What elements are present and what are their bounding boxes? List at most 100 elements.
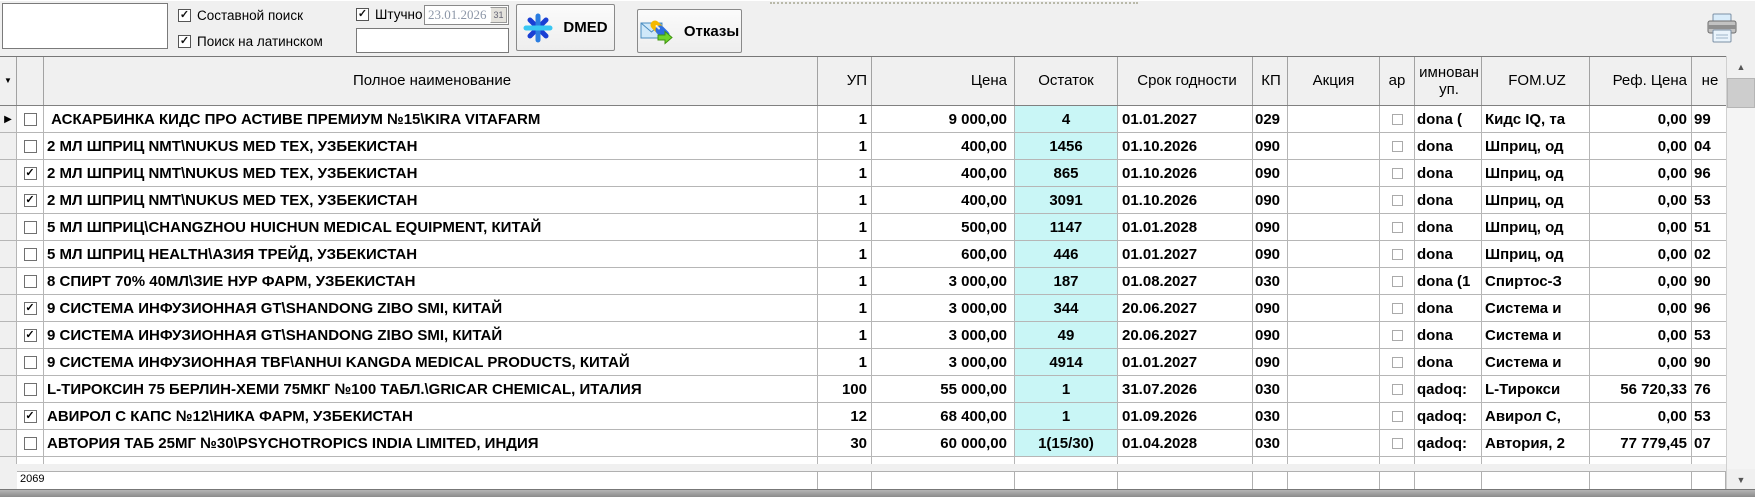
cell-nar[interactable] [1380,241,1415,267]
header-full-name[interactable]: Полное наименование [44,57,818,105]
row-select-cell[interactable] [17,133,44,159]
header-ref-price[interactable]: Реф. Цена [1590,57,1692,105]
cell-nar[interactable] [1380,133,1415,159]
row-checkbox[interactable] [23,436,37,450]
row-select-cell[interactable] [17,241,44,267]
table-row[interactable]: ✓ 2 МЛ ШПРИЦ NMT\NUKUS MED TEX, УЗБЕКИСТА… [0,187,1726,214]
table-row[interactable]: АВТОРИЯ ТАБ 25МГ №30\PSYCHOTROPICS INDIA… [0,430,1726,457]
cell-nar[interactable] [1380,322,1415,348]
row-select-cell[interactable] [17,214,44,240]
nar-checkbox[interactable] [1391,221,1403,233]
cell-fom: Система и [1482,322,1590,348]
table-row[interactable]: 2 МЛ ШПРИЦ NMT\NUKUS MED TEX, УЗБЕКИСТАН… [0,133,1726,160]
header-fom-uz[interactable]: FOM.UZ [1482,57,1590,105]
scroll-down-button[interactable]: ▼ [1727,469,1755,491]
print-button[interactable] [1699,9,1745,49]
row-select-cell[interactable]: ✓ [17,295,44,321]
row-select-cell[interactable] [17,268,44,294]
header-pack-name[interactable]: имнован уп. [1415,57,1482,105]
table-row[interactable]: 9 СИСТЕМА ИНФУЗИОННАЯ TBF\ANHUI KANGDA M… [0,349,1726,376]
table-row[interactable]: ✓ 2 МЛ ШПРИЦ NMT\NUKUS MED TEX, УЗБЕКИСТА… [0,160,1726,187]
row-select-cell[interactable]: ✓ [17,322,44,348]
header-ne[interactable]: не [1692,57,1726,105]
cell-nar[interactable] [1380,214,1415,240]
header-checkbox-column[interactable] [17,57,44,105]
row-checkbox[interactable] [23,274,37,288]
row-checkbox[interactable] [23,112,37,126]
nar-checkbox[interactable] [1391,140,1403,152]
nar-checkbox[interactable] [1391,437,1403,449]
nar-checkbox[interactable] [1391,356,1403,368]
latin-search-checkbox[interactable]: ✓ Поиск на латинском [178,34,323,49]
calendar-button[interactable]: 31 [490,7,507,23]
table-row[interactable]: L-ТИРОКСИН 75 БЕРЛИН-ХЕМИ 75МКГ №100 ТАБ… [0,376,1726,403]
nar-checkbox[interactable] [1391,113,1403,125]
row-checkbox[interactable] [23,247,37,261]
row-checkbox[interactable]: ✓ [23,328,37,342]
row-checkbox[interactable]: ✓ [23,193,37,207]
row-select-cell[interactable]: ✓ [17,403,44,429]
table-row[interactable]: ✓ 9 СИСТЕМА ИНФУЗИОННАЯ GT\SHANDONG ZIBO … [0,295,1726,322]
dmed-button[interactable]: DMED [516,4,615,51]
cell-nar[interactable] [1380,160,1415,186]
nar-checkbox[interactable] [1391,383,1403,395]
composite-search-checkbox[interactable]: ✓ Составной поиск [178,8,303,23]
scrollbar-track[interactable] [1727,108,1755,469]
row-select-cell[interactable] [17,106,44,132]
nar-checkbox[interactable] [1391,167,1403,179]
cell-nar[interactable] [1380,268,1415,294]
search-input[interactable] [2,3,168,49]
table-row[interactable]: 8 СПИРТ 70% 40МЛ\ЗИЕ НУР ФАРМ, УЗБЕКИСТА… [0,268,1726,295]
row-checkbox[interactable] [23,220,37,234]
cell-nar[interactable] [1380,430,1415,456]
column-chooser[interactable]: ▼ [0,57,17,105]
row-select-cell[interactable]: ✓ [17,160,44,186]
cell-promo [1288,349,1380,375]
header-price[interactable]: Цена [872,57,1015,105]
row-select-cell[interactable]: ✓ [17,187,44,213]
secondary-search-input[interactable] [356,28,509,53]
row-checkbox[interactable] [23,382,37,396]
table-row[interactable]: ▶ АСКАРБИНКА КИДС ПРО АСТИВЕ ПРЕМИУМ №15… [0,106,1726,133]
cell-price: 400,00 [872,133,1015,159]
row-checkbox[interactable]: ✓ [23,409,37,423]
date-field[interactable]: 23.01.2026 31 [424,5,509,25]
nar-checkbox[interactable] [1391,194,1403,206]
table-row[interactable]: ✓ 9 СИСТЕМА ИНФУЗИОННАЯ GT\SHANDONG ZIBO … [0,322,1726,349]
latin-search-label: Поиск на латинском [197,34,323,49]
header-expiry[interactable]: Срок годности [1118,57,1253,105]
row-checkbox[interactable] [23,139,37,153]
row-select-cell[interactable] [17,376,44,402]
nar-checkbox[interactable] [1391,248,1403,260]
header-nar[interactable]: ар [1380,57,1415,105]
cell-nar[interactable] [1380,187,1415,213]
horizontal-scrollbar[interactable] [0,489,1755,497]
row-select-cell[interactable] [17,430,44,456]
cell-nar[interactable] [1380,376,1415,402]
row-checkbox[interactable]: ✓ [23,166,37,180]
cell-nar[interactable] [1380,295,1415,321]
nar-checkbox[interactable] [1391,275,1403,287]
vertical-scrollbar[interactable]: ▲ ▼ [1726,56,1755,491]
cell-nar[interactable] [1380,403,1415,429]
table-row[interactable]: 5 МЛ ШПРИЦ\CHANGZHOU HUICHUN MEDICAL EQU… [0,214,1726,241]
nar-checkbox[interactable] [1391,302,1403,314]
header-promo[interactable]: Акция [1288,57,1380,105]
piece-mode-checkbox[interactable]: ✓ Штучно [356,7,422,22]
row-checkbox[interactable] [23,355,37,369]
table-row[interactable]: 5 МЛ ШПРИЦ HEALTH\АЗИЯ ТРЕЙД, УЗБЕКИСТАН… [0,241,1726,268]
nar-checkbox[interactable] [1391,329,1403,341]
row-select-cell[interactable] [17,349,44,375]
row-indicator [0,376,17,402]
cell-nar[interactable] [1380,349,1415,375]
table-row[interactable]: ✓ АВИРОЛ С КАПС №12\НИКА ФАРМ, УЗБЕКИСТАН… [0,403,1726,430]
header-up[interactable]: УП [818,57,872,105]
header-stock[interactable]: Остаток [1015,57,1118,105]
nar-checkbox[interactable] [1391,410,1403,422]
cell-nar[interactable] [1380,106,1415,132]
scrollbar-thumb[interactable] [1727,78,1755,108]
scroll-up-button[interactable]: ▲ [1727,56,1755,78]
rejects-button[interactable]: Отказы [637,9,742,53]
row-checkbox[interactable]: ✓ [23,301,37,315]
header-kp[interactable]: КП [1253,57,1288,105]
